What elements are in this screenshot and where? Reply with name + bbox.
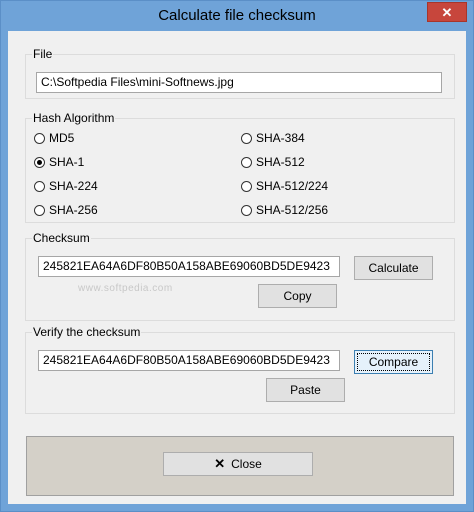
radio-circle-icon (241, 156, 252, 168)
radio-checked-icon (34, 156, 45, 168)
radio-sha512-256[interactable]: SHA-512/256 (241, 202, 328, 218)
radio-circle-icon (34, 132, 45, 144)
checksum-window: Calculate file checksum ✕ File C:\Softpe… (0, 0, 474, 512)
watermark-text: www.softpedia.com (78, 283, 173, 294)
radio-label: SHA-384 (256, 131, 305, 145)
radio-sha512-224[interactable]: SHA-512/224 (241, 178, 328, 194)
hash-algorithm-label: Hash Algorithm (32, 111, 116, 125)
footer-panel: ✕ Close (26, 436, 454, 496)
radio-sha224[interactable]: SHA-224 (34, 178, 98, 194)
window-close-icon[interactable]: ✕ (427, 2, 467, 22)
file-group-label: File (32, 47, 54, 61)
radio-sha512[interactable]: SHA-512 (241, 154, 305, 170)
calculate-button[interactable]: Calculate (354, 256, 433, 280)
radio-sha256[interactable]: SHA-256 (34, 202, 98, 218)
checksum-group-label: Checksum (32, 231, 91, 245)
radio-md5[interactable]: MD5 (34, 130, 74, 146)
radio-circle-icon (241, 204, 252, 216)
radio-circle-icon (34, 180, 45, 192)
radio-circle-icon (241, 132, 252, 144)
window-title: Calculate file checksum (158, 7, 316, 24)
dialog-client-area: File C:\Softpedia Files\mini-Softnews.jp… (8, 31, 466, 504)
checksum-output-field[interactable]: 245821EA64A6DF80B50A158ABE69060BD5DE9423 (38, 256, 340, 277)
verify-checksum-input[interactable]: 245821EA64A6DF80B50A158ABE69060BD5DE9423 (38, 350, 340, 371)
radio-label: MD5 (49, 131, 75, 145)
radio-sha384[interactable]: SHA-384 (241, 130, 305, 146)
verify-group-label: Verify the checksum (32, 325, 142, 339)
file-group: File C:\Softpedia Files\mini-Softnews.jp… (25, 47, 455, 99)
radio-label: SHA-224 (49, 179, 98, 193)
checksum-group: Checksum 245821EA64A6DF80B50A158ABE69060… (25, 231, 455, 321)
close-icon: ✕ (214, 456, 226, 471)
radio-circle-icon (241, 180, 252, 192)
paste-button[interactable]: Paste (266, 378, 345, 402)
radio-label: SHA-512 (256, 155, 305, 169)
copy-button[interactable]: Copy (258, 284, 337, 308)
radio-label: SHA-256 (49, 203, 98, 217)
compare-button[interactable]: Compare (354, 350, 433, 374)
radio-circle-icon (34, 204, 45, 216)
radio-label: SHA-512/256 (256, 203, 329, 217)
close-button-label: Close (231, 457, 262, 471)
radio-label: SHA-1 (49, 155, 85, 169)
title-bar[interactable]: Calculate file checksum ✕ (1, 1, 473, 31)
compare-button-label: Compare (357, 353, 430, 371)
verify-checksum-group: Verify the checksum 245821EA64A6DF80B50A… (25, 325, 455, 414)
hash-algorithm-group: Hash Algorithm MD5 SHA-1 SHA-224 SHA-256… (25, 111, 455, 223)
radio-label: SHA-512/224 (256, 179, 329, 193)
file-path-input[interactable]: C:\Softpedia Files\mini-Softnews.jpg (36, 72, 442, 93)
radio-sha1[interactable]: SHA-1 (34, 154, 84, 170)
close-button[interactable]: ✕ Close (163, 452, 313, 476)
